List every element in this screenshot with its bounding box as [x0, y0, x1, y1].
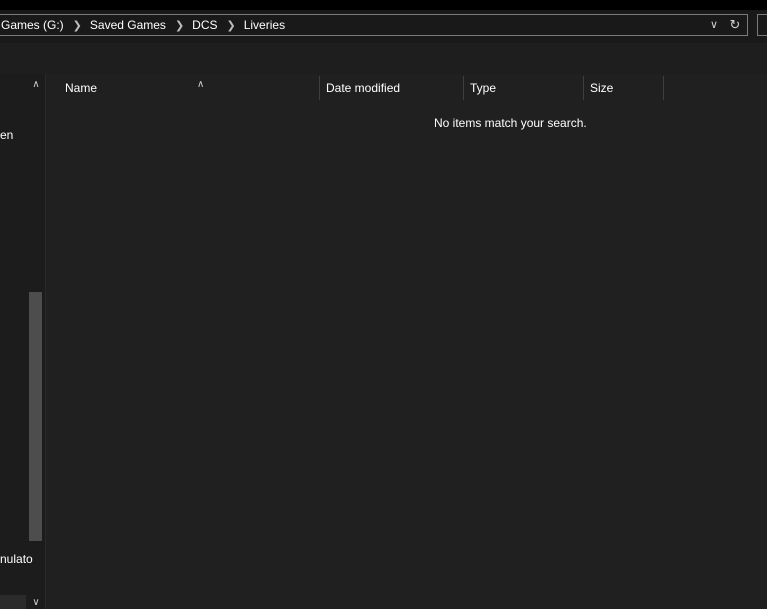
- sort-ascending-icon: ∧: [197, 79, 205, 90]
- breadcrumb: Games (G:) ❯ Saved Games ❯ DCS ❯ Liverie…: [1, 15, 288, 35]
- navigation-pane: ∧ en nulato ∨: [0, 74, 46, 609]
- address-row: Games (G:) ❯ Saved Games ❯ DCS ❯ Liverie…: [0, 10, 767, 43]
- column-header-date[interactable]: Date modified: [320, 74, 463, 102]
- breadcrumb-saved-games[interactable]: Saved Games: [90, 18, 169, 32]
- refresh-icon[interactable]: ↻: [726, 16, 744, 34]
- address-bar[interactable]: Games (G:) ❯ Saved Games ❯ DCS ❯ Liverie…: [0, 14, 748, 36]
- column-headers: Name ∧ Date modified Type Size: [46, 74, 767, 102]
- column-header-date-label: Date modified: [326, 81, 401, 95]
- command-bar: [0, 43, 767, 74]
- title-bar-edge: [0, 0, 767, 10]
- search-input[interactable]: [757, 14, 767, 36]
- scroll-down-icon[interactable]: ∨: [28, 596, 44, 609]
- column-divider[interactable]: [663, 76, 664, 100]
- column-header-size[interactable]: Size: [584, 74, 663, 102]
- scrollbar-thumb[interactable]: [29, 292, 42, 541]
- nav-item[interactable]: en: [0, 128, 13, 142]
- file-list: Name ∧ Date modified Type Size No items …: [46, 74, 767, 609]
- chevron-right-icon[interactable]: ❯: [221, 19, 244, 32]
- empty-message: No items match your search.: [434, 116, 587, 130]
- nav-item[interactable]: nulato: [0, 552, 33, 566]
- column-header-type-label: Type: [470, 81, 497, 95]
- column-header-type[interactable]: Type: [464, 74, 583, 102]
- breadcrumb-liveries[interactable]: Liveries: [244, 18, 288, 32]
- column-header-size-label: Size: [590, 81, 614, 95]
- breadcrumb-drive[interactable]: Games (G:): [1, 18, 67, 32]
- column-header-name[interactable]: Name ∧: [59, 74, 319, 102]
- scroll-up-icon[interactable]: ∧: [28, 78, 44, 92]
- column-header-name-label: Name: [65, 81, 98, 95]
- breadcrumb-dcs[interactable]: DCS: [192, 18, 220, 32]
- chevron-down-icon[interactable]: ∨: [706, 16, 722, 34]
- chevron-right-icon[interactable]: ❯: [169, 19, 192, 32]
- chevron-right-icon[interactable]: ❯: [67, 19, 90, 32]
- nav-item-selected[interactable]: [0, 595, 26, 609]
